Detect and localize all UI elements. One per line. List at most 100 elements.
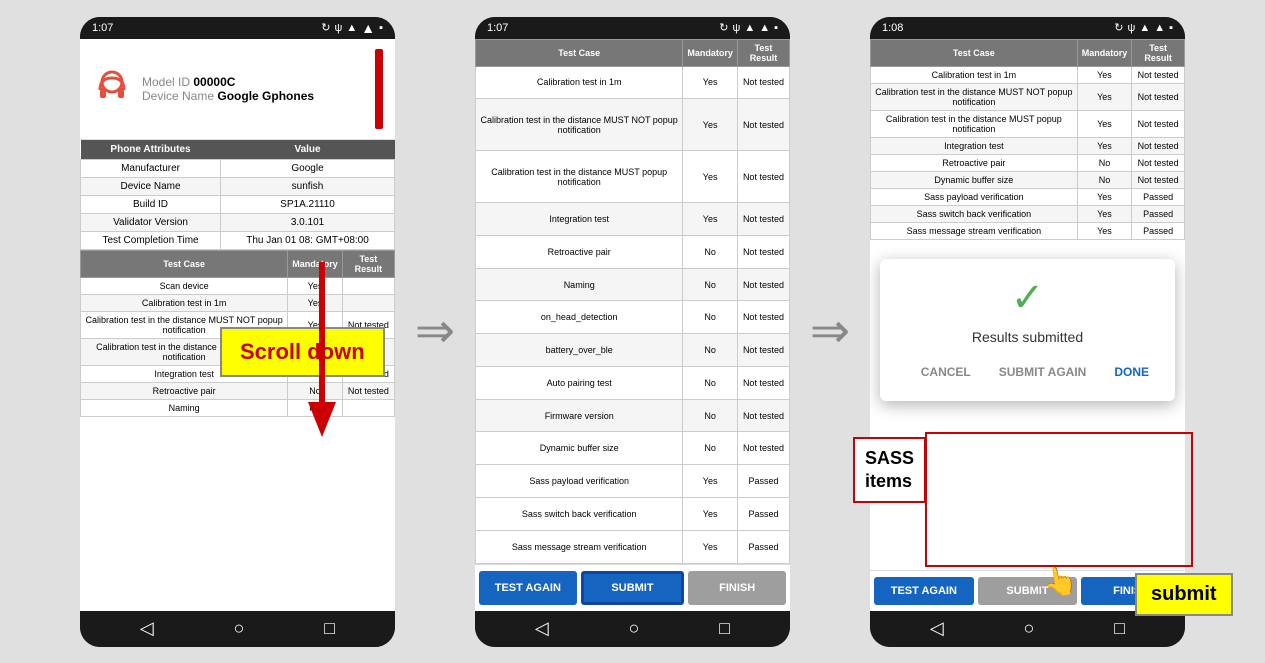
table-row: on_head_detection No Not tested xyxy=(476,301,790,334)
table-row: Firmware version No Not tested xyxy=(476,399,790,432)
back-btn-2[interactable]: ◁ xyxy=(535,618,549,639)
table-row: Integration test Yes Not tested xyxy=(871,137,1185,154)
table-row: Calibration test in 1m Yes xyxy=(81,294,395,311)
btn-row-2: TEST AGAIN SUBMIT FINISH xyxy=(475,564,790,611)
cancel-dialog-btn[interactable]: CANCEL xyxy=(911,359,981,385)
time-3: 1:08 xyxy=(882,22,903,34)
nav-bar-1: ◁ ○ □ xyxy=(80,611,395,647)
submit-btn-2[interactable]: SUBMIT xyxy=(581,571,685,605)
arrow-1: ⇒ xyxy=(415,308,455,356)
tc-header-3: Test Case xyxy=(871,39,1078,66)
status-bar-1: 1:07 ↻ ψ ▲ ▲ ▪ xyxy=(80,17,395,39)
phone-2: 1:07 ↻ ψ ▲ ▲ ▪ Test Case Mandatory Test … xyxy=(475,17,790,647)
table-row: Dynamic buffer size No Not tested xyxy=(476,432,790,465)
mand-header-2: Mandatory xyxy=(683,39,738,66)
sass-row-p3-2: Sass switch back verification Yes Passed xyxy=(871,205,1185,222)
model-value: 00000C xyxy=(193,75,235,89)
arrow-2: ⇒ xyxy=(810,308,850,356)
dialog-buttons: CANCEL SUBMIT AGAIN DONE xyxy=(896,359,1159,385)
table-row: Device Name sunfish xyxy=(81,177,395,195)
test-table-2: Test Case Mandatory Test Result Calibrat… xyxy=(475,39,790,564)
sass-row-3: Sass message stream verification Yes Pas… xyxy=(476,530,790,563)
table-row: Retroactive pair No Not tested xyxy=(81,382,395,399)
recents-btn-1[interactable]: □ xyxy=(324,618,335,639)
wifi-icon-2: ▲ xyxy=(759,22,770,34)
red-down-arrow xyxy=(308,262,336,442)
attr-table: Phone Attributes Value Manufacturer Goog… xyxy=(80,140,395,250)
wifi-icon: ▲ xyxy=(361,20,375,36)
table-row: battery_over_ble No Not tested xyxy=(476,334,790,367)
status-bar-3: 1:08 ↻ ψ ▲ ▲ ▪ xyxy=(870,17,1185,39)
back-btn-1[interactable]: ◁ xyxy=(140,618,154,639)
table-row: Naming No Not tested xyxy=(476,268,790,301)
table-row: Retroactive pair No Not tested xyxy=(476,235,790,268)
arrow-2-container: ⇒ xyxy=(790,308,870,356)
result-dialog: ✓ Results submitted CANCEL SUBMIT AGAIN … xyxy=(880,259,1175,401)
scroll-down-label: Scroll down xyxy=(220,327,385,377)
table-row: Build ID SP1A.21110 xyxy=(81,195,395,213)
table-row: Calibration test in 1m Yes Not tested xyxy=(476,66,790,99)
phone-1-content: Model ID 00000C Device Name Google Gphon… xyxy=(80,39,395,611)
table-row: Retroactive pair No Not tested xyxy=(871,154,1185,171)
headphone-icon xyxy=(92,66,132,111)
back-btn-3[interactable]: ◁ xyxy=(930,618,944,639)
home-btn-2[interactable]: ○ xyxy=(629,618,640,639)
device-header: Model ID 00000C Device Name Google Gphon… xyxy=(80,39,395,140)
result-header: Test Result xyxy=(342,250,394,277)
status-icons-3: ↻ ψ ▲ ▲ ▪ xyxy=(1114,21,1173,34)
table-row: Test Completion Time Thu Jan 01 08: GMT+… xyxy=(81,231,395,249)
table-row: Naming No xyxy=(81,399,395,416)
time-2: 1:07 xyxy=(487,22,508,34)
home-btn-1[interactable]: ○ xyxy=(234,618,245,639)
table-row: Validator Version 3.0.101 xyxy=(81,213,395,231)
table-row: Auto pairing test No Not tested xyxy=(476,366,790,399)
device-label: Device Name xyxy=(142,89,214,103)
check-icon: ✓ xyxy=(1011,275,1045,321)
sass-row-p3-1: Sass payload verification Yes Passed xyxy=(871,188,1185,205)
result-header-2: Test Result xyxy=(737,39,789,66)
mand-header-3: Mandatory xyxy=(1077,39,1132,66)
phone-3: 1:08 ↻ ψ ▲ ▲ ▪ Test Case Mandatory Test … xyxy=(870,17,1185,647)
table-row: Calibration test in the distance MUST NO… xyxy=(871,83,1185,110)
cursor-hand-icon: 👆 xyxy=(1040,562,1080,601)
nav-bar-2: ◁ ○ □ xyxy=(475,611,790,647)
status-icons-1: ↻ ψ ▲ ▲ ▪ xyxy=(321,20,383,36)
scroll-indicator xyxy=(375,49,383,129)
recents-btn-3[interactable]: □ xyxy=(1114,618,1125,639)
result-text: Results submitted xyxy=(972,329,1083,345)
table-row: Calibration test in 1m Yes Not tested xyxy=(871,66,1185,83)
recents-btn-2[interactable]: □ xyxy=(719,618,730,639)
value-col-header: Value xyxy=(221,140,395,160)
status-icons-2: ↻ ψ ▲ ▲ ▪ xyxy=(719,21,778,34)
time-1: 1:07 xyxy=(92,22,113,34)
sass-row-p3-3: Sass message stream verification Yes Pas… xyxy=(871,222,1185,239)
submit-annotation: submit xyxy=(1135,573,1233,616)
battery-icon: ▪ xyxy=(379,22,383,34)
table-row: Calibration test in the distance MUST po… xyxy=(476,151,790,203)
nav-bar-3: ◁ ○ □ xyxy=(870,611,1185,647)
table-row: Integration test Yes Not tested xyxy=(476,203,790,236)
done-dialog-btn[interactable]: DONE xyxy=(1104,359,1159,385)
battery-icon-2: ▪ xyxy=(774,22,778,34)
status-bar-2: 1:07 ↻ ψ ▲ ▲ ▪ xyxy=(475,17,790,39)
device-value: Google Gphones xyxy=(217,89,314,103)
sass-row-2: Sass switch back verification Yes Passed xyxy=(476,497,790,530)
finish-btn-2[interactable]: FINISH xyxy=(688,571,786,605)
test-case-header: Test Case xyxy=(81,250,288,277)
sass-row-1: Sass payload verification Yes Passed xyxy=(476,465,790,498)
table-row: Manufacturer Google xyxy=(81,159,395,177)
device-info: Model ID 00000C Device Name Google Gphon… xyxy=(142,75,314,103)
test-again-btn-2[interactable]: TEST AGAIN xyxy=(479,571,577,605)
battery-icon-3: ▪ xyxy=(1169,22,1173,34)
attr-col-header: Phone Attributes xyxy=(81,140,221,160)
submit-again-dialog-btn[interactable]: SUBMIT AGAIN xyxy=(989,359,1097,385)
table-row: Calibration test in the distance MUST NO… xyxy=(476,99,790,151)
phone-2-content: Test Case Mandatory Test Result Calibrat… xyxy=(475,39,790,564)
model-label: Model ID xyxy=(142,75,190,89)
result-header-3: Test Result xyxy=(1132,39,1185,66)
arrow-1-container: ⇒ xyxy=(395,308,475,356)
table-row: Scan device Yes xyxy=(81,277,395,294)
test-table-3: Test Case Mandatory Test Result Calibrat… xyxy=(870,39,1185,240)
home-btn-3[interactable]: ○ xyxy=(1024,618,1035,639)
test-again-btn-3[interactable]: TEST AGAIN xyxy=(874,577,974,605)
